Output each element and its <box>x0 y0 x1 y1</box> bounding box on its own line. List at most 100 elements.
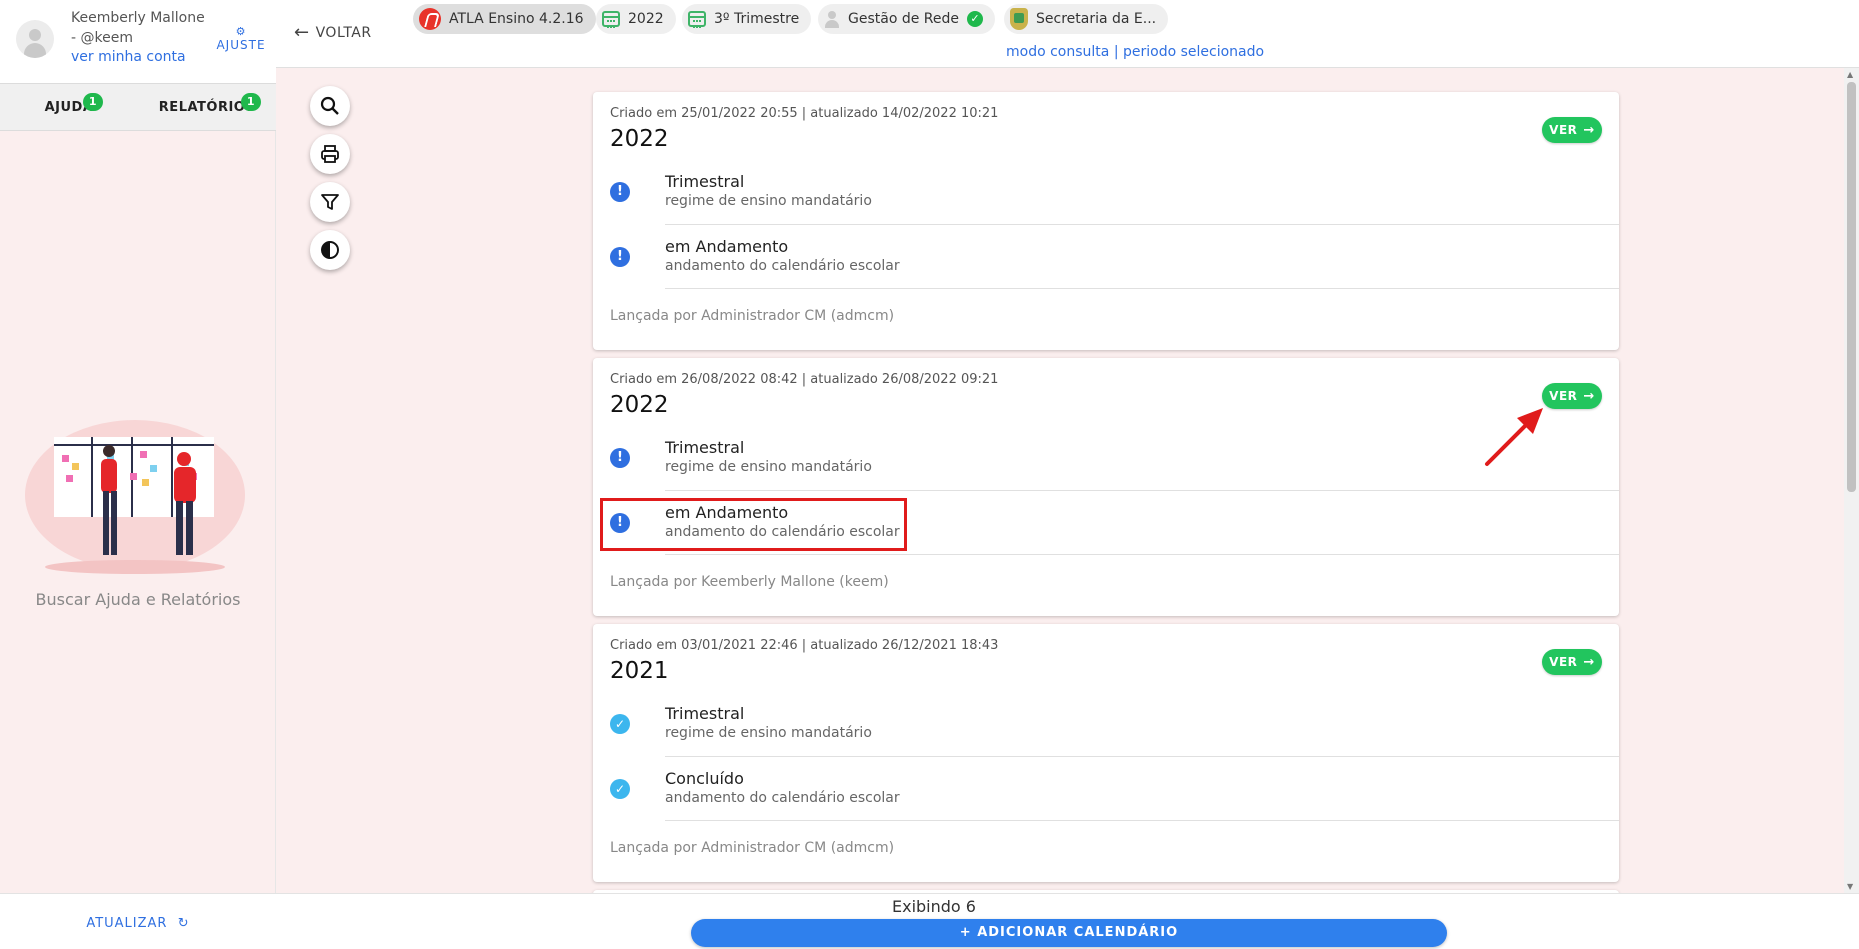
sidebar-tabs: AJUDA 1 RELATÓRIOS 1 <box>0 83 276 131</box>
item-subtitle: andamento do calendário escolar <box>665 258 900 274</box>
search-icon <box>320 96 339 115</box>
account-link[interactable]: ver minha conta <box>71 49 186 65</box>
filter-button[interactable] <box>310 182 350 222</box>
tab-ajuda[interactable]: AJUDA 1 <box>0 84 138 130</box>
arrow-right-icon: → <box>1583 388 1595 404</box>
list-item: ✓ Concluído andamento do calendário esco… <box>610 756 1619 820</box>
card-author: Lançada por Administrador CM (admcm) <box>610 840 895 856</box>
check-circle-icon: ✓ <box>610 714 630 734</box>
view-button[interactable]: VER → <box>1542 649 1602 675</box>
info-icon: ! <box>610 247 630 267</box>
calendar-card: Criado em 03/01/2021 22:46 | atualizado … <box>593 624 1619 882</box>
card-meta: Criado em 26/08/2022 08:42 | atualizado … <box>610 372 999 387</box>
check-circle-icon: ✓ <box>610 779 630 799</box>
chip-label: ATLA Ensino 4.2.16 <box>449 11 584 27</box>
scroll-up-icon[interactable]: ▲ <box>1847 70 1853 79</box>
person-icon <box>824 8 840 30</box>
list-item: ! Trimestral regime de ensino mandatário <box>593 160 1619 224</box>
search-button[interactable] <box>310 86 350 126</box>
info-icon: ! <box>610 182 630 202</box>
chip-label: 2022 <box>628 11 664 27</box>
gear-icon: ⚙ <box>235 25 247 38</box>
add-calendar-label: ADICIONAR CALENDÁRIO <box>977 925 1179 940</box>
check-icon: ✓ <box>967 11 984 27</box>
plus-icon: + <box>959 925 978 940</box>
item-subtitle: regime de ensino mandatário <box>665 459 872 475</box>
card-year: 2021 <box>610 658 669 684</box>
card-meta: Criado em 03/01/2021 22:46 | atualizado … <box>610 638 999 653</box>
chip-role[interactable]: Gestão de Rede ✓ <box>818 4 996 34</box>
view-button[interactable]: VER → <box>1542 383 1602 409</box>
chip-label: Secretaria da E... <box>1036 11 1157 27</box>
refresh-icon: ↻ <box>172 916 190 931</box>
scroll-down-icon[interactable]: ▼ <box>1847 882 1853 891</box>
arrow-left-icon: ← <box>294 22 310 43</box>
atla-logo-icon <box>419 8 441 30</box>
tab-relatorios[interactable]: RELATÓRIOS 1 <box>138 84 276 130</box>
view-label: VER <box>1549 389 1578 403</box>
filter-icon <box>321 194 339 210</box>
mode-indicator[interactable]: modo consulta | periodo selecionado <box>1006 44 1264 60</box>
refresh-button[interactable]: ATUALIZAR ↻ <box>86 916 189 931</box>
divider <box>665 554 1619 555</box>
scrollbar[interactable]: ▲ ▼ <box>1844 68 1859 893</box>
user-panel: Keemberly Mallone - @keem ver minha cont… <box>0 0 276 83</box>
chip-institution[interactable]: Secretaria da E... <box>1004 4 1169 34</box>
help-caption: Buscar Ajuda e Relatórios <box>35 590 241 609</box>
item-title: Trimestral <box>665 172 745 191</box>
refresh-label: ATUALIZAR <box>86 916 168 931</box>
count-badge: 1 <box>83 93 103 111</box>
chip-label: Gestão de Rede <box>848 11 960 27</box>
settings-label: AJUSTE <box>216 38 266 52</box>
arrow-right-icon: → <box>1583 122 1595 138</box>
item-title: Trimestral <box>665 438 745 457</box>
card-meta: Criado em 25/01/2022 20:55 | atualizado … <box>610 106 999 121</box>
top-header: ← VOLTAR ATLA Ensino 4.2.16 2022 3º Trime… <box>276 0 1859 68</box>
item-subtitle: andamento do calendário escolar <box>665 524 900 540</box>
user-name-line: Keemberly Mallone <box>71 10 205 26</box>
view-label: VER <box>1549 123 1578 137</box>
chip-system[interactable]: ATLA Ensino 4.2.16 <box>413 4 596 34</box>
view-label: VER <box>1549 655 1578 669</box>
calendar-icon <box>688 11 706 28</box>
crest-icon <box>1010 8 1028 30</box>
item-title: Trimestral <box>665 704 745 723</box>
item-title: Concluído <box>665 769 744 788</box>
divider <box>665 288 1619 289</box>
item-subtitle: andamento do calendário escolar <box>665 790 900 806</box>
card-year: 2022 <box>610 392 669 418</box>
user-name: Keemberly Mallone - @keem <box>71 8 211 48</box>
divider <box>665 820 1619 821</box>
info-icon: ! <box>610 513 630 533</box>
list-item: ! em Andamento andamento do calendário e… <box>610 224 1619 288</box>
avatar[interactable] <box>16 20 54 58</box>
scrollbar-thumb[interactable] <box>1847 82 1856 492</box>
calendar-card: Criado em 25/01/2022 20:55 | atualizado … <box>593 92 1619 350</box>
list-item: ✓ Trimestral regime de ensino mandatário <box>593 692 1619 756</box>
add-calendar-button[interactable]: + ADICIONAR CALENDÁRIO <box>691 919 1447 947</box>
calendar-card: Criado em 26/08/2022 08:42 | atualizado … <box>593 358 1619 616</box>
results-count: Exibindo 6 <box>892 897 976 916</box>
contrast-icon <box>321 241 339 259</box>
list-item: ! em Andamento andamento do calendário e… <box>610 490 1619 554</box>
info-icon: ! <box>610 448 630 468</box>
back-label: VOLTAR <box>315 25 372 41</box>
contrast-button[interactable] <box>310 230 350 270</box>
view-button[interactable]: VER → <box>1542 117 1602 143</box>
chip-year[interactable]: 2022 <box>596 4 676 34</box>
annotation-arrow-icon <box>1485 408 1543 466</box>
chip-period[interactable]: 3º Trimestre <box>682 4 812 34</box>
back-button[interactable]: ← VOLTAR <box>294 22 372 43</box>
printer-icon <box>321 145 339 163</box>
arrow-right-icon: → <box>1583 654 1595 670</box>
settings-button[interactable]: ⚙ AJUSTE <box>214 25 268 53</box>
help-illustration <box>25 420 245 574</box>
item-title: em Andamento <box>665 237 789 256</box>
item-subtitle: regime de ensino mandatário <box>665 193 872 209</box>
count-badge: 1 <box>241 93 261 111</box>
card-author: Lançada por Administrador CM (admcm) <box>610 308 895 324</box>
bottom-bar: Exibindo 6 + ADICIONAR CALENDÁRIO <box>276 893 1859 949</box>
print-button[interactable] <box>310 134 350 174</box>
card-year: 2022 <box>610 126 669 152</box>
sidebar-footer: ATUALIZAR ↻ <box>0 893 276 949</box>
